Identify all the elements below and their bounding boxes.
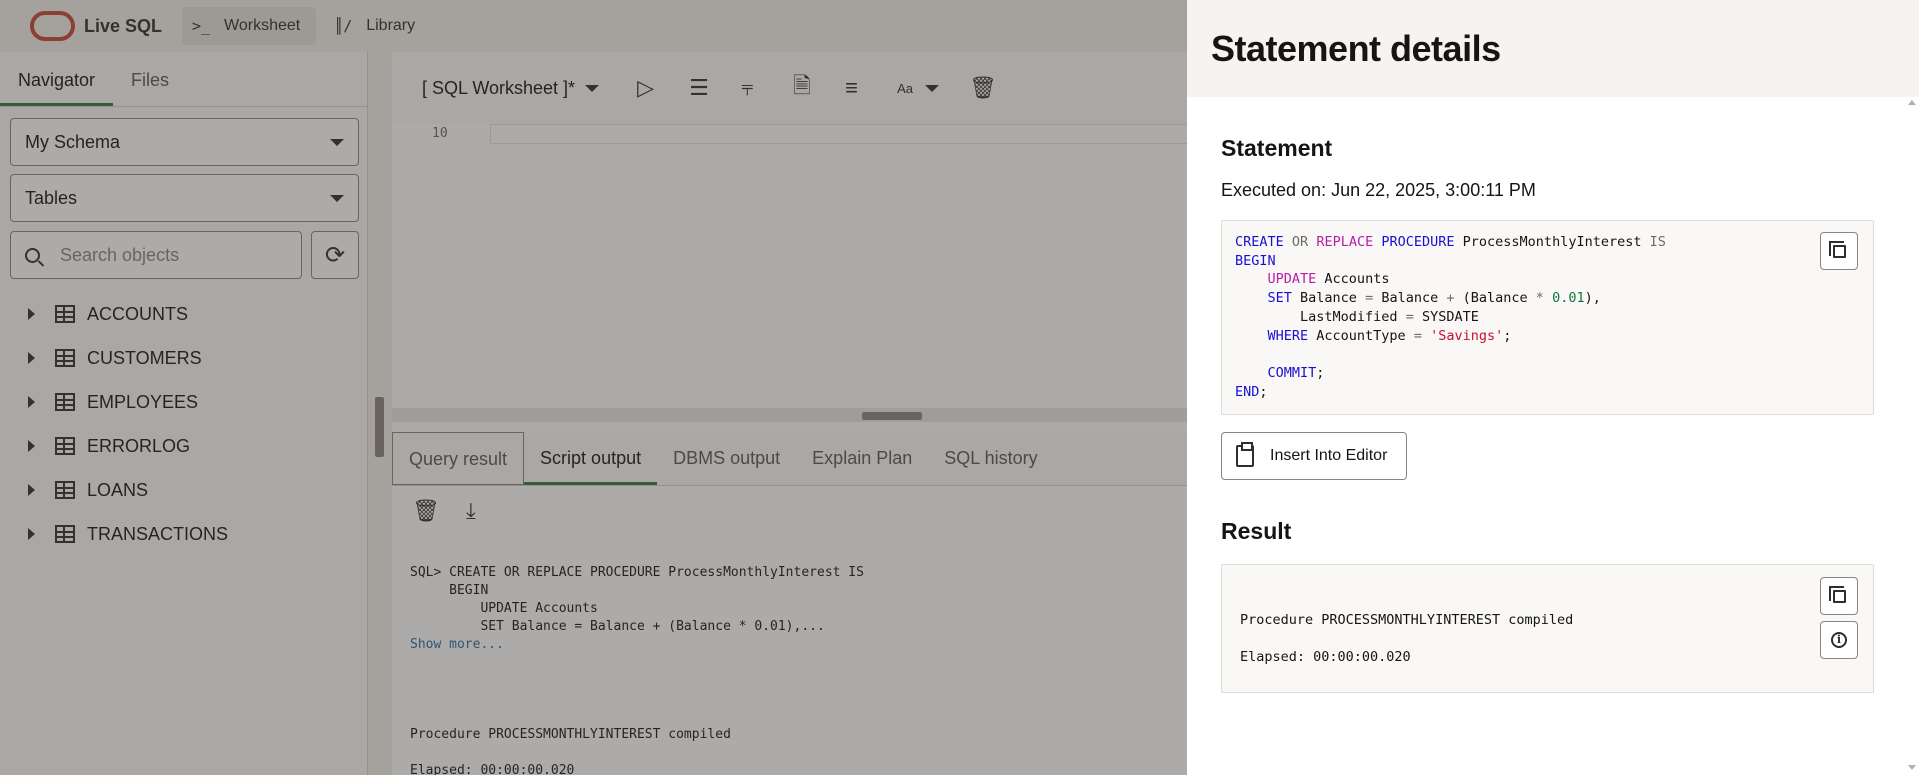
scroll-down-icon[interactable] — [1908, 765, 1916, 770]
result-heading: Result — [1221, 518, 1292, 544]
statement-heading: Statement — [1221, 135, 1333, 161]
statement-code: CREATE OR REPLACE PROCEDURE ProcessMonth… — [1221, 220, 1874, 415]
info-button[interactable]: i — [1820, 621, 1858, 659]
result-compiled: Procedure PROCESSMONTHLYINTEREST compile… — [1240, 612, 1574, 628]
statement-details-drawer: Statement details Statement Executed on:… — [1187, 0, 1919, 775]
modal-backdrop[interactable] — [0, 0, 1187, 775]
insert-into-editor-button[interactable]: Insert Into Editor — [1221, 432, 1407, 480]
copy-icon — [1828, 240, 1846, 258]
executed-on: Executed on: Jun 22, 2025, 3:00:11 PM — [1221, 180, 1536, 200]
result-output: Procedure PROCESSMONTHLYINTEREST compile… — [1221, 564, 1874, 693]
drawer-header: Statement details — [1187, 0, 1919, 97]
drawer-title: Statement details — [1211, 27, 1501, 69]
copy-statement-button[interactable] — [1820, 232, 1858, 270]
copy-icon — [1828, 585, 1846, 603]
copy-result-button[interactable] — [1820, 577, 1858, 615]
result-elapsed: Elapsed: 00:00:00.020 — [1240, 648, 1411, 665]
scroll-up-icon[interactable] — [1908, 100, 1916, 105]
insert-button-label: Insert Into Editor — [1270, 447, 1388, 464]
info-icon: i — [1831, 632, 1847, 648]
clipboard-icon — [1236, 442, 1254, 467]
